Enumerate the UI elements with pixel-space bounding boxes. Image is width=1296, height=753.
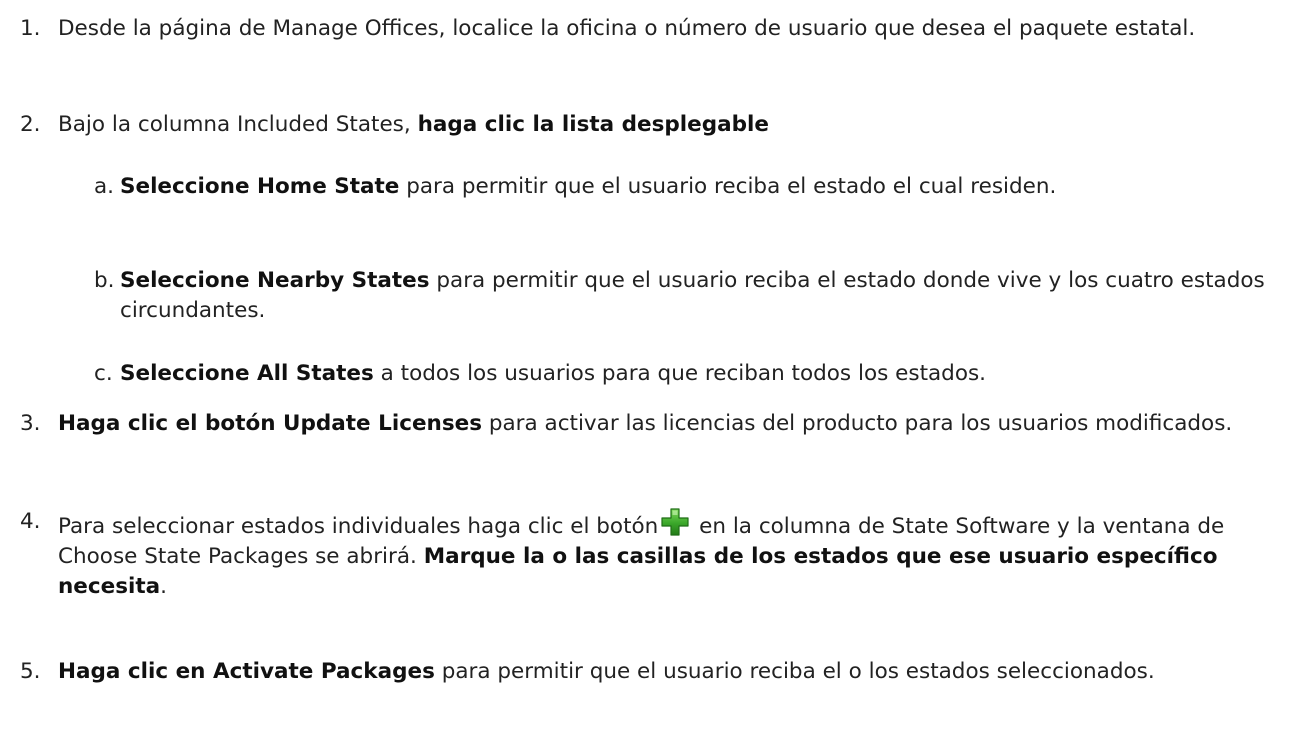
step-text-plain: para permitir que el usuario reciba el o… xyxy=(434,659,1155,684)
step-text-bold: haga clic la lista desplegable xyxy=(417,112,769,137)
step-text: Para seleccionar estados individuales ha… xyxy=(58,507,1283,602)
step-number: 4. xyxy=(20,509,41,534)
instructions-page: 1. Desde la página de Manage Offices, lo… xyxy=(0,0,1296,753)
step-text: Haga clic en Activate Packages para perm… xyxy=(58,657,1283,687)
step-text: Desde la página de Manage Offices, local… xyxy=(58,16,1196,41)
step-text-plain: Bajo la columna Included States, xyxy=(58,112,418,137)
substep-text-bold: Seleccione All States xyxy=(120,361,374,386)
substep-text-bold: Seleccione Nearby States xyxy=(120,268,430,293)
substep-text: Seleccione All States a todos los usuari… xyxy=(120,359,1280,389)
step-text-plain: para activar las licencias del producto … xyxy=(482,411,1233,436)
substep-text-plain: a todos los usuarios para que reciban to… xyxy=(373,361,987,386)
substep-text: Seleccione Nearby States para permitir q… xyxy=(120,266,1280,326)
green-plus-icon xyxy=(660,507,690,537)
substep-text: Seleccione Home State para permitir que … xyxy=(120,172,1280,202)
step-text-before-icon: Para seleccionar estados individuales ha… xyxy=(58,514,659,539)
step-text-bold: Haga clic el botón Update Licenses xyxy=(58,411,483,436)
step-number: 3. xyxy=(20,411,41,436)
step-number: 1. xyxy=(20,16,41,41)
step-text-bold: Haga clic en Activate Packages xyxy=(58,659,435,684)
step-text: Bajo la columna Included States, haga cl… xyxy=(58,110,1283,140)
step-text: Haga clic el botón Update Licenses para … xyxy=(58,409,1283,439)
step-text-end: . xyxy=(160,574,168,599)
substep-text-plain: para permitir que el usuario reciba el e… xyxy=(399,174,1057,199)
step-number: 5. xyxy=(20,659,41,684)
substep-text-bold: Seleccione Home State xyxy=(120,174,400,199)
step-number: 2. xyxy=(20,112,41,137)
